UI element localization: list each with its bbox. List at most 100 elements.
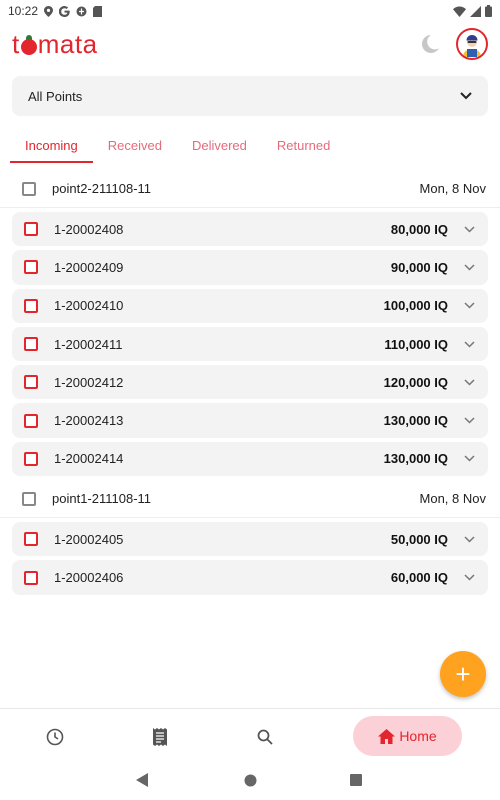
points-dropdown[interactable]: All Points	[12, 76, 488, 116]
group-header: point1-211108-11 Mon, 8 Nov	[0, 480, 500, 519]
expand-button[interactable]	[462, 532, 476, 546]
shipment-row[interactable]: 1-20002406 60,000 IQ	[12, 560, 488, 595]
item-code: 1-20002412	[54, 374, 124, 390]
logo-text-start: t	[12, 28, 20, 59]
clock: 10:22	[8, 4, 39, 18]
item-code: 1-20002410	[54, 298, 124, 314]
group-date: Mon, 8 Nov	[419, 181, 486, 196]
item-checkbox[interactable]	[24, 375, 38, 390]
back-icon	[136, 773, 148, 787]
expand-button[interactable]	[462, 260, 476, 274]
item-code: 1-20002409	[54, 259, 124, 275]
location-icon	[44, 5, 54, 17]
wifi-icon	[453, 6, 466, 17]
group-checkbox[interactable]	[22, 181, 36, 196]
tab-incoming[interactable]: Incoming	[10, 130, 93, 163]
expand-button[interactable]	[462, 452, 476, 466]
vpn-icon	[76, 6, 87, 16]
shipment-list: point2-211108-11 Mon, 8 Nov 1-20002408 8…	[0, 170, 500, 599]
receipt-icon	[153, 727, 167, 746]
avatar-button[interactable]	[456, 28, 488, 60]
group-name: point2-211108-11	[52, 181, 152, 196]
tab-returned[interactable]: Returned	[262, 130, 345, 163]
expand-button[interactable]	[462, 337, 476, 351]
shipment-row[interactable]: 1-20002412 120,000 IQ	[12, 365, 488, 400]
expand-button[interactable]	[462, 299, 476, 313]
shipment-row[interactable]: 1-20002408 80,000 IQ	[12, 212, 488, 247]
item-amount: 50,000 IQ	[390, 531, 448, 547]
expand-button[interactable]	[462, 222, 476, 236]
shipment-row[interactable]: 1-20002405 50,000 IQ	[12, 522, 488, 557]
square-recents-icon	[350, 774, 362, 786]
item-code: 1-20002413	[54, 413, 124, 429]
sim-icon	[93, 5, 103, 17]
chevron-down-icon	[463, 264, 475, 271]
item-code: 1-20002414	[54, 451, 124, 467]
item-code: 1-20002406	[54, 570, 124, 586]
tab-received[interactable]: Received	[93, 130, 177, 163]
tomato-icon	[20, 35, 37, 55]
circle-home-icon	[244, 774, 257, 787]
shipment-row[interactable]: 1-20002410 100,000 IQ	[12, 288, 488, 323]
chevron-down-icon	[463, 341, 475, 348]
back-button[interactable]	[136, 773, 148, 787]
shipment-row[interactable]: 1-20002411 110,000 IQ	[12, 326, 488, 362]
item-checkbox[interactable]	[24, 413, 38, 428]
item-checkbox[interactable]	[24, 260, 38, 275]
group-date: Mon, 8 Nov	[419, 491, 486, 507]
chevron-down-icon	[460, 92, 472, 100]
tab-delivered[interactable]: Delivered	[177, 130, 262, 163]
status-tabs: Incoming Received Delivered Returned	[10, 130, 345, 163]
item-checkbox[interactable]	[24, 451, 38, 466]
chevron-down-icon	[463, 417, 475, 424]
item-checkbox[interactable]	[24, 570, 38, 585]
item-amount: 80,000 IQ	[390, 221, 448, 237]
item-amount: 130,000 IQ	[383, 451, 448, 467]
item-amount: 110,000 IQ	[384, 336, 448, 352]
nav-orders[interactable]	[140, 709, 180, 764]
theme-toggle-button[interactable]	[418, 32, 442, 56]
group-checkbox[interactable]	[22, 491, 36, 506]
item-amount: 120,000 IQ	[383, 374, 448, 390]
nav-search[interactable]	[245, 709, 285, 764]
item-amount: 90,000 IQ	[390, 259, 448, 275]
chevron-down-icon	[463, 379, 475, 386]
recents-button[interactable]	[350, 774, 362, 786]
item-amount: 130,000 IQ	[383, 413, 448, 429]
shipment-row[interactable]: 1-20002409 90,000 IQ	[12, 250, 488, 285]
item-amount: 100,000 IQ	[383, 298, 448, 314]
status-left: 10:22	[8, 4, 103, 18]
bottom-nav: Home	[0, 708, 500, 763]
search-icon	[257, 729, 273, 745]
shipment-row[interactable]: 1-20002414 130,000 IQ	[12, 441, 488, 477]
expand-button[interactable]	[462, 571, 476, 585]
nav-home[interactable]: Home	[353, 716, 462, 756]
item-checkbox[interactable]	[24, 298, 38, 313]
chevron-down-icon	[463, 574, 475, 581]
item-checkbox[interactable]	[24, 222, 38, 237]
add-button[interactable]: +	[440, 651, 486, 697]
item-amount: 60,000 IQ	[390, 570, 448, 586]
item-code: 1-20002405	[54, 531, 124, 547]
chevron-down-icon	[463, 226, 475, 233]
points-dropdown-value: All Points	[28, 88, 83, 104]
expand-button[interactable]	[462, 414, 476, 428]
history-icon	[46, 728, 64, 745]
shipment-row[interactable]: 1-20002413 130,000 IQ	[12, 403, 488, 438]
chevron-down-icon	[463, 302, 475, 309]
tamata-logo: t mata	[12, 29, 98, 60]
expand-button[interactable]	[462, 375, 476, 389]
item-checkbox[interactable]	[24, 337, 38, 352]
home-icon	[378, 728, 396, 744]
item-checkbox[interactable]	[24, 532, 38, 547]
home-system-button[interactable]	[244, 774, 257, 787]
status-right	[453, 5, 492, 17]
status-bar: 10:22	[0, 0, 500, 22]
logo-text-end: mata	[37, 28, 98, 59]
nav-home-label: Home	[399, 728, 437, 744]
app-bar-actions	[418, 28, 488, 60]
battery-icon	[485, 5, 492, 17]
system-nav-bar	[0, 763, 500, 800]
nav-history[interactable]	[35, 709, 75, 764]
app-bar: t mata	[0, 22, 500, 66]
